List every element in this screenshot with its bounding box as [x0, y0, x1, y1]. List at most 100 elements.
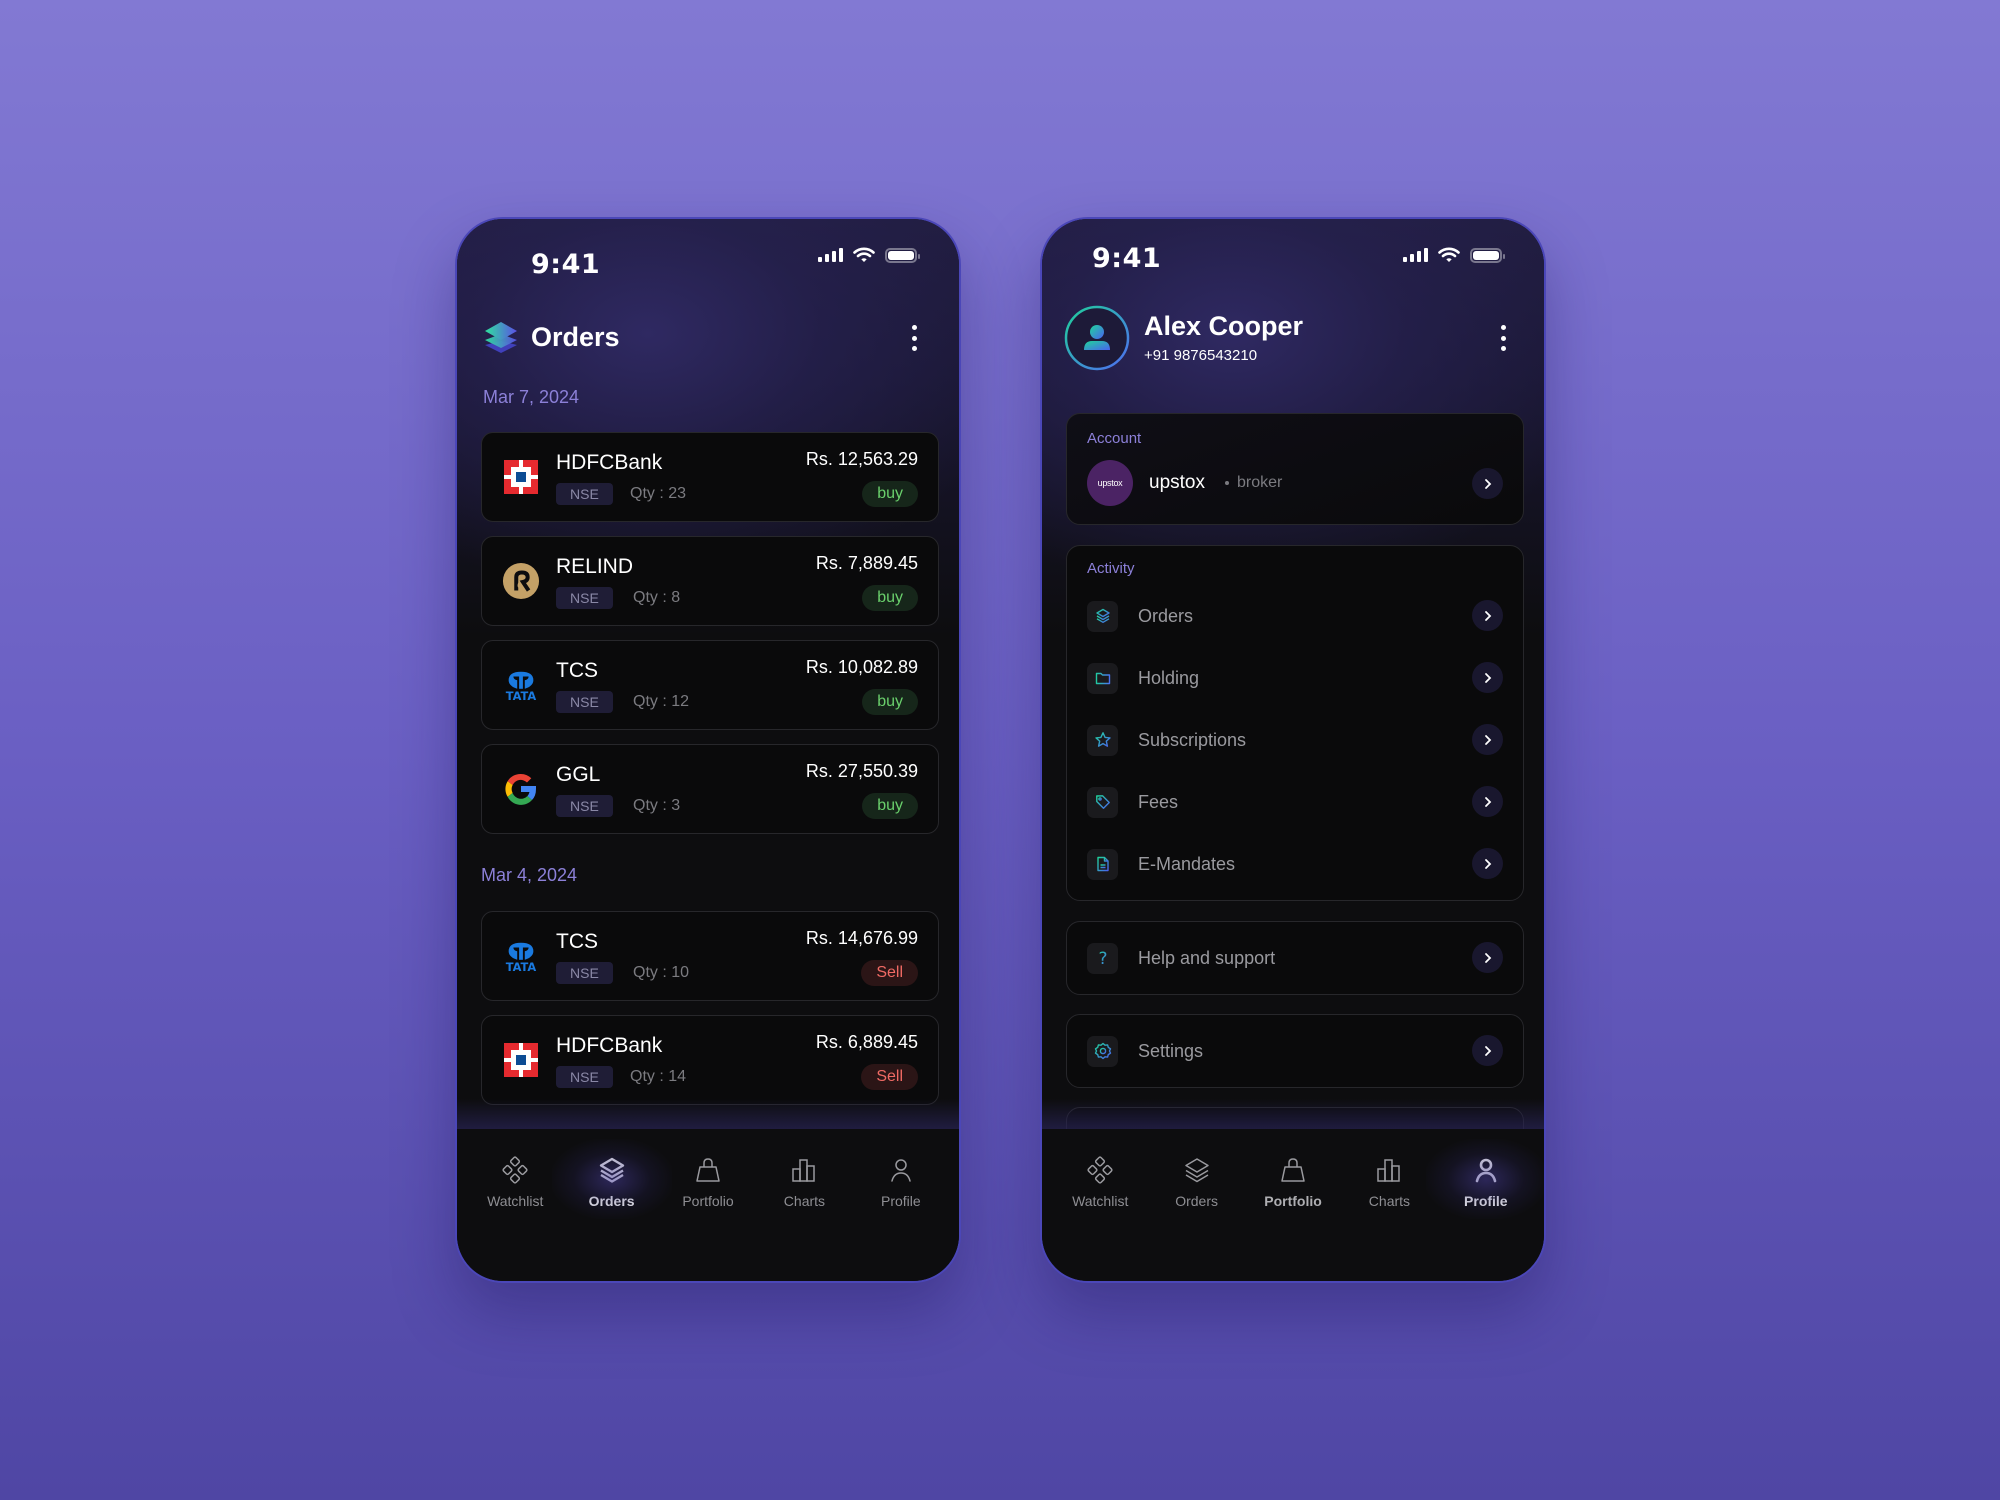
nav-item-portfolio[interactable]: Portfolio: [1245, 1129, 1341, 1281]
battery-icon: [1470, 247, 1505, 263]
stock-name: TCS: [556, 659, 598, 682]
nav-label: Portfolio: [682, 1193, 734, 1209]
orders-phone-screen: 9:41 Orders Mar 7, 2024 HDFCBank NSE Qty…: [455, 217, 961, 1283]
signal-icon: [1403, 248, 1428, 262]
status-time: 9:41: [531, 249, 601, 280]
stock-name: TCS: [556, 930, 598, 953]
user-icon: [886, 1155, 916, 1185]
date-header: Mar 4, 2024: [481, 865, 578, 885]
activity-card: Activity Orders Holding Subscriptions Fe…: [1066, 545, 1524, 901]
side-badge-buy: buy: [862, 793, 918, 819]
side-badge-buy: buy: [862, 481, 918, 507]
menu-label: Fees: [1138, 791, 1179, 812]
chevron-right-icon[interactable]: [1472, 1035, 1503, 1066]
scroll-fade: [457, 1099, 959, 1129]
stock-name: HDFCBank: [556, 451, 663, 474]
menu-item-e-mandates[interactable]: E-Mandates: [1087, 848, 1503, 880]
quantity: Qty : 3: [633, 797, 681, 814]
stock-name: GGL: [556, 763, 601, 786]
menu-label: Orders: [1138, 605, 1194, 626]
nav-label: Profile: [1464, 1193, 1508, 1209]
bag-icon: [693, 1155, 723, 1185]
tata-logo: TATA: [502, 666, 540, 704]
menu-item-subscriptions[interactable]: Subscriptions: [1087, 724, 1503, 756]
menu-label: Holding: [1138, 667, 1200, 688]
nav-item-watchlist[interactable]: Watchlist: [467, 1129, 563, 1281]
nav-label: Charts: [1368, 1193, 1411, 1209]
chevron-right-icon[interactable]: [1472, 942, 1503, 973]
exchange-badge: NSE: [556, 1066, 613, 1088]
order-card[interactable]: RELIND NSE Qty : 8 Rs. 7,889.45 buy: [481, 536, 939, 626]
chevron-right-icon[interactable]: [1472, 662, 1503, 693]
menu-label: E-Mandates: [1138, 853, 1236, 874]
nav-label: Profile: [880, 1193, 921, 1209]
nav-label: Orders: [1175, 1193, 1218, 1209]
chevron-right-icon[interactable]: [1472, 724, 1503, 755]
settings-card: Settings: [1066, 1014, 1524, 1088]
nav-item-watchlist[interactable]: Watchlist: [1052, 1129, 1148, 1281]
chevron-right-icon[interactable]: [1472, 786, 1503, 817]
exchange-badge: NSE: [556, 691, 613, 713]
stock-name: RELIND: [556, 555, 634, 578]
upstox-logo: upstox: [1087, 460, 1133, 506]
bottom-nav: Watchlist Orders Portfolio Charts Profil…: [1042, 1129, 1544, 1281]
svg-text:?: ?: [1098, 949, 1107, 967]
order-card[interactable]: GGL NSE Qty : 3 Rs. 27,550.39 buy: [481, 744, 939, 834]
exchange-badge: NSE: [556, 587, 613, 609]
bar-chart-icon: [789, 1155, 819, 1185]
side-badge-sell: Sell: [861, 1064, 918, 1090]
nav-label: Portfolio: [1264, 1193, 1322, 1209]
account-card: Account upstox upstox broker: [1066, 413, 1524, 525]
side-badge-buy: buy: [862, 689, 918, 715]
profile-phone-screen: 9:41 Alex Cooper +91 9876543210 Account …: [1040, 217, 1546, 1283]
exchange-badge: NSE: [556, 795, 613, 817]
order-card[interactable]: HDFCBank NSE Qty : 14 Rs. 6,889.45 Sell: [481, 1015, 939, 1105]
profile-name: Alex Cooper: [1144, 311, 1304, 341]
document-icon: [1087, 848, 1118, 880]
menu-item-holding[interactable]: Holding: [1087, 662, 1503, 694]
order-card[interactable]: TATA TCS NSE Qty : 12 Rs. 10,082.89 buy: [481, 640, 939, 730]
chevron-right-icon[interactable]: [1472, 468, 1503, 499]
nav-item-profile[interactable]: Profile: [1438, 1129, 1534, 1281]
user-icon: [1471, 1155, 1501, 1185]
wifi-icon: [853, 247, 875, 262]
bottom-nav: Watchlist Orders Portfolio Charts Profil…: [457, 1129, 959, 1281]
more-options-button[interactable]: [1498, 325, 1508, 351]
status-bar: 9:41: [1042, 243, 1544, 275]
menu-item-orders[interactable]: Orders: [1087, 600, 1503, 632]
nav-item-profile[interactable]: Profile: [853, 1129, 949, 1281]
status-time: 9:41: [1092, 243, 1162, 274]
menu-item-settings[interactable]: Settings: [1087, 1035, 1503, 1067]
more-options-button[interactable]: [909, 325, 919, 351]
exchange-badge: NSE: [556, 483, 613, 505]
watchlist-icon: [500, 1155, 530, 1185]
order-card[interactable]: HDFCBank NSE Qty : 23 Rs. 12,563.29 buy: [481, 432, 939, 522]
hdfc-logo: [502, 458, 540, 496]
menu-item-help-and-support[interactable]: ? Help and support: [1087, 942, 1503, 974]
order-card[interactable]: TATA TCS NSE Qty : 10 Rs. 14,676.99 Sell: [481, 911, 939, 1001]
menu-item-fees[interactable]: Fees: [1087, 786, 1503, 818]
chevron-right-icon[interactable]: [1472, 848, 1503, 879]
nav-item-charts[interactable]: Charts: [1341, 1129, 1437, 1281]
avatar[interactable]: [1064, 305, 1130, 371]
nav-label: Charts: [783, 1193, 826, 1209]
layers-icon: [597, 1155, 627, 1185]
date-header: Mar 7, 2024: [483, 387, 580, 407]
order-price: Rs. 12,563.29: [805, 449, 918, 469]
nav-item-portfolio[interactable]: Portfolio: [660, 1129, 756, 1281]
broker-role: broker: [1236, 474, 1283, 491]
bag-icon: [1278, 1155, 1308, 1185]
nav-item-orders[interactable]: Orders: [563, 1129, 659, 1281]
star-icon: [1087, 724, 1118, 756]
section-title-activity: Activity: [1087, 560, 1135, 577]
nav-label: Watchlist: [487, 1193, 544, 1209]
watchlist-icon: [1085, 1155, 1115, 1185]
nav-item-charts[interactable]: Charts: [756, 1129, 852, 1281]
nav-item-orders[interactable]: Orders: [1148, 1129, 1244, 1281]
page-title: Orders: [531, 321, 620, 352]
chevron-right-icon[interactable]: [1472, 600, 1503, 631]
broker-row[interactable]: upstox upstox broker: [1087, 460, 1503, 506]
menu-label: Subscriptions: [1138, 729, 1247, 750]
question-icon: ?: [1087, 942, 1118, 974]
order-price: Rs. 27,550.39: [805, 761, 918, 781]
